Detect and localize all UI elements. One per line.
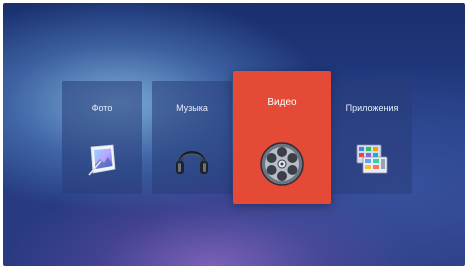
tv-home-screen: Фото Музыка Видео Приложения — [3, 3, 465, 266]
headphones-icon — [174, 141, 210, 184]
menu-tile-apps[interactable]: Приложения — [332, 81, 412, 194]
menu-tile-video[interactable]: Видео — [233, 71, 331, 204]
menu-tile-video-label: Видео — [267, 97, 297, 108]
menu-tile-photo[interactable]: Фото — [62, 81, 142, 194]
film-reel-icon — [259, 141, 305, 192]
menu-tile-photo-label: Фото — [91, 103, 113, 113]
menu-tile-music-label: Музыка — [176, 103, 208, 113]
photo-icon — [85, 143, 119, 182]
menu-tile-apps-label: Приложения — [345, 103, 399, 113]
menu-tile-music[interactable]: Музыка — [152, 81, 232, 194]
apps-icon — [354, 141, 390, 182]
